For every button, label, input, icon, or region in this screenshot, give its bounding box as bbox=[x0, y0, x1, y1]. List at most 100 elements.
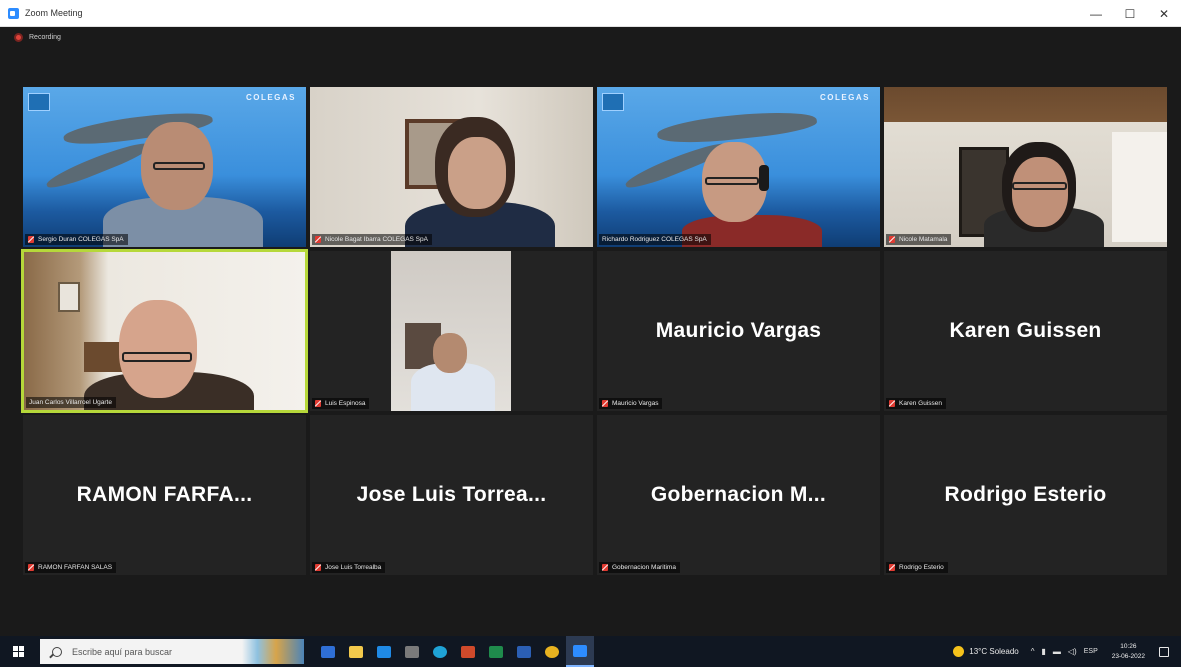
participant-tile[interactable]: RAMON FARFA... RAMON FARFAN SALAS bbox=[23, 415, 306, 575]
mic-muted-icon bbox=[28, 236, 34, 243]
mic-muted-icon bbox=[315, 236, 321, 243]
zoom-taskbar-button[interactable] bbox=[566, 636, 594, 667]
windows-logo-icon bbox=[12, 646, 24, 657]
notification-center-icon[interactable] bbox=[1159, 646, 1169, 657]
mic-muted-icon bbox=[28, 564, 34, 571]
taskbar-search[interactable]: Escribe aquí para buscar bbox=[40, 639, 304, 664]
headset bbox=[759, 165, 769, 191]
system-tray: 13°C Soleado ^ ▮ ▬ ◁) ESP 10:26 23-06-20… bbox=[953, 636, 1181, 667]
recording-indicator[interactable]: Recording bbox=[14, 33, 61, 42]
participant-face bbox=[119, 300, 197, 398]
clock-date: 23-06-2022 bbox=[1111, 652, 1145, 660]
wall-picture bbox=[58, 282, 80, 312]
mic-muted-icon bbox=[602, 400, 608, 407]
search-highlight-image bbox=[242, 639, 304, 664]
participant-tile[interactable]: Karen Guissen Karen Guissen bbox=[884, 251, 1167, 411]
participant-name-label: Mauricio Vargas bbox=[599, 398, 663, 409]
maximize-button[interactable]: ☐ bbox=[1113, 0, 1147, 27]
search-icon bbox=[52, 646, 62, 657]
window-light bbox=[1112, 132, 1167, 242]
participant-tile[interactable]: Gobernacion M... Gobernacion Maritima bbox=[597, 415, 880, 575]
store-icon bbox=[405, 645, 419, 658]
participant-name-label: Rodrigo Esterio bbox=[886, 562, 948, 573]
mic-muted-icon bbox=[889, 564, 895, 571]
recording-label: Recording bbox=[29, 34, 61, 41]
powerpoint-icon bbox=[461, 645, 475, 658]
glasses bbox=[705, 177, 759, 185]
start-button[interactable] bbox=[0, 636, 36, 667]
mail-taskbar-button[interactable] bbox=[370, 636, 398, 667]
participant-tile[interactable]: COLEGAS Sergio Duran COLEGAS SpA bbox=[23, 87, 306, 247]
participant-display-name: Jose Luis Torrea... bbox=[356, 483, 547, 506]
participant-tile[interactable]: Mauricio Vargas Mauricio Vargas bbox=[597, 251, 880, 411]
task-view-taskbar-button[interactable] bbox=[314, 636, 342, 667]
chrome-taskbar-button[interactable] bbox=[538, 636, 566, 667]
excel-taskbar-button[interactable] bbox=[482, 636, 510, 667]
mic-muted-icon bbox=[602, 564, 608, 571]
task-view-icon bbox=[321, 645, 335, 658]
brand-watermark: COLEGAS bbox=[245, 93, 296, 102]
mic-muted-icon bbox=[315, 564, 321, 571]
participant-name-label: Nicole Matamala bbox=[886, 234, 952, 245]
glasses bbox=[122, 352, 192, 362]
edge-taskbar-button[interactable] bbox=[426, 636, 454, 667]
title-bar: Zoom Meeting — ☐ ✕ bbox=[0, 0, 1181, 27]
store-taskbar-button[interactable] bbox=[398, 636, 426, 667]
clock-time: 10:26 bbox=[1120, 642, 1137, 650]
participant-face bbox=[1012, 157, 1068, 227]
participant-name-label: Gobernacion Maritima bbox=[599, 562, 680, 573]
file-explorer-icon bbox=[349, 645, 363, 658]
file-explorer-taskbar-button[interactable] bbox=[342, 636, 370, 667]
dolphin-image bbox=[44, 136, 152, 194]
close-button[interactable]: ✕ bbox=[1147, 0, 1181, 27]
word-taskbar-button[interactable] bbox=[510, 636, 538, 667]
participant-name-label: Jose Luis Torrealba bbox=[312, 562, 386, 573]
participant-face bbox=[433, 333, 467, 373]
participant-tile[interactable]: Rodrigo Esterio Rodrigo Esterio bbox=[884, 415, 1167, 575]
participant-tile[interactable]: Nicole Matamala bbox=[884, 87, 1167, 247]
window-title: Zoom Meeting bbox=[25, 8, 83, 18]
participant-name-label: Juan Carlos Villarroel Ugarte bbox=[26, 397, 116, 408]
chevron-up-icon[interactable]: ^ bbox=[1031, 647, 1035, 656]
participant-tile-active-speaker[interactable]: Juan Carlos Villarroel Ugarte bbox=[21, 249, 308, 413]
language-indicator[interactable]: ESP bbox=[1084, 648, 1098, 655]
weather-label[interactable]: 13°C Soleado bbox=[969, 647, 1018, 656]
participant-name-label: RAMON FARFAN SALAS bbox=[25, 562, 117, 573]
recording-icon bbox=[14, 33, 23, 42]
participant-name-label: Sergio Duran COLEGAS SpA bbox=[25, 234, 128, 245]
mic-muted-icon bbox=[889, 400, 895, 407]
battery-icon[interactable]: ▮ bbox=[1042, 647, 1046, 656]
powerpoint-taskbar-button[interactable] bbox=[454, 636, 482, 667]
participant-name-label: Karen Guissen bbox=[886, 398, 946, 409]
participant-tile[interactable]: COLEGAS Richardo Rodriguez COLEGAS SpA bbox=[597, 87, 880, 247]
taskbar-apps bbox=[314, 636, 594, 667]
participant-display-name: Karen Guissen bbox=[949, 319, 1102, 342]
participant-display-name: Rodrigo Esterio bbox=[944, 483, 1107, 506]
volume-icon[interactable]: ◁) bbox=[1068, 647, 1077, 656]
participant-display-name: RAMON FARFA... bbox=[76, 483, 253, 506]
participant-video bbox=[391, 251, 511, 411]
participant-face bbox=[448, 137, 506, 209]
window-controls: — ☐ ✕ bbox=[1079, 0, 1181, 27]
chrome-icon bbox=[545, 645, 559, 658]
mic-muted-icon bbox=[889, 236, 895, 243]
excel-icon bbox=[489, 645, 503, 658]
word-icon bbox=[517, 645, 531, 658]
mic-muted-icon bbox=[315, 400, 321, 407]
glasses bbox=[153, 162, 205, 170]
minimize-button[interactable]: — bbox=[1079, 0, 1113, 27]
participant-tile[interactable]: Jose Luis Torrea... Jose Luis Torrealba bbox=[310, 415, 593, 575]
taskbar: Escribe aquí para buscar 13°C Soleado ^ … bbox=[0, 636, 1181, 667]
taskbar-clock[interactable]: 10:26 23-06-2022 bbox=[1112, 642, 1145, 662]
colegas-logo bbox=[28, 93, 50, 111]
participant-tile[interactable]: Nicole Bagat Ibarra COLEGAS SpA bbox=[310, 87, 593, 247]
colegas-logo bbox=[602, 93, 624, 111]
brand-watermark: COLEGAS bbox=[819, 93, 870, 102]
wifi-icon[interactable]: ▬ bbox=[1053, 647, 1061, 656]
glasses bbox=[1012, 182, 1067, 190]
shelf bbox=[84, 342, 124, 372]
participant-tile[interactable]: Luis Espinosa bbox=[310, 251, 593, 411]
mail-icon bbox=[377, 645, 391, 658]
participant-name-label: Nicole Bagat Ibarra COLEGAS SpA bbox=[312, 234, 432, 245]
weather-sun-icon[interactable] bbox=[953, 646, 965, 657]
